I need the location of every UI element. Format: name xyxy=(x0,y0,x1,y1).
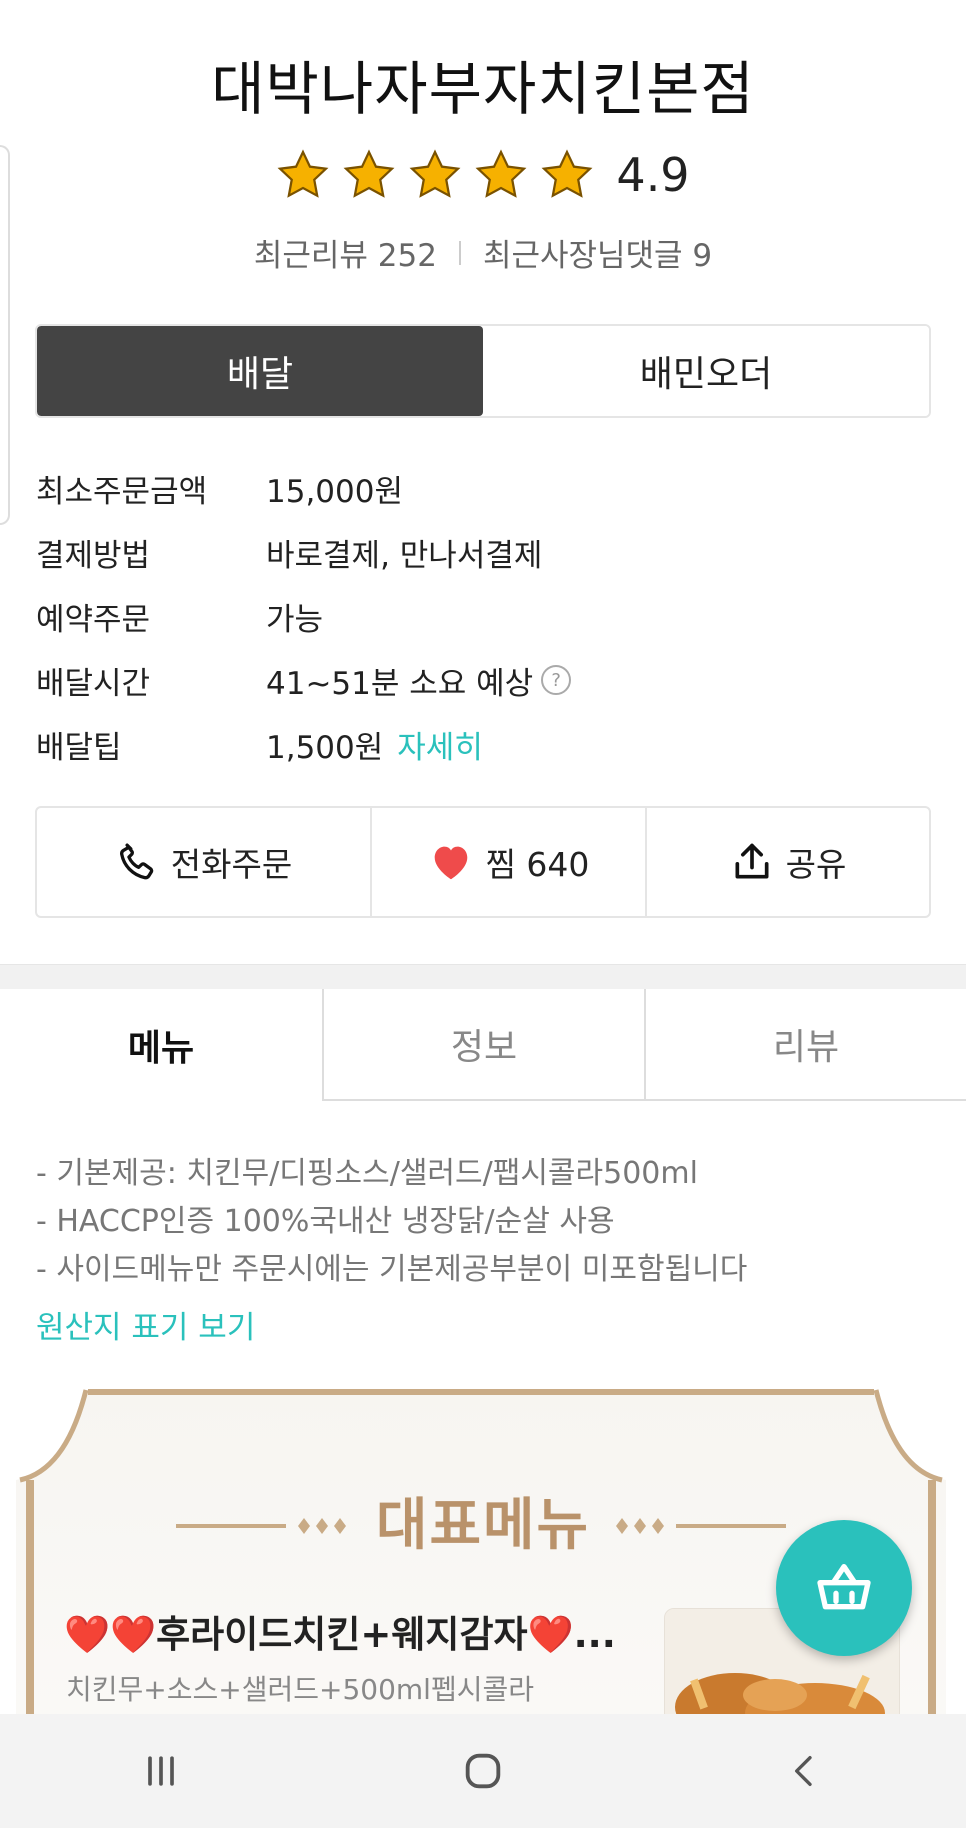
nav-recents-button[interactable] xyxy=(121,1731,201,1811)
rating-value: 4.9 xyxy=(616,148,690,202)
star-icon xyxy=(541,149,593,198)
call-order-label: 전화주문 xyxy=(170,845,293,884)
heart-icon xyxy=(434,846,467,880)
info-value: 1,500원 xyxy=(266,729,384,766)
basket-icon xyxy=(817,1564,871,1610)
share-icon xyxy=(735,843,769,879)
info-row-reservation: 예약주문 가능 xyxy=(36,584,916,648)
star-icon xyxy=(277,149,329,198)
recent-owner-replies-link[interactable]: 최근사장님댓글 9 xyxy=(483,230,712,275)
divider xyxy=(458,240,461,265)
store-tabs: 메뉴 정보 리뷰 xyxy=(0,989,966,1101)
info-value-wrap: 1,500원 자세히 xyxy=(266,722,483,767)
order-type-toggle: 배달 배민오더 xyxy=(35,324,931,418)
menu-notice: - 기본제공: 치킨무/디핑소스/샐러드/팹시콜라500ml - HACCP인증… xyxy=(36,1150,936,1294)
favorite-label: 찜 640 xyxy=(485,845,590,884)
info-value: 41~51분 소요 예상 xyxy=(266,665,534,702)
call-order-button[interactable]: 전화주문 xyxy=(37,808,372,916)
info-label: 최소주문금액 xyxy=(36,473,208,510)
info-value-wrap: 41~51분 소요 예상 ? xyxy=(266,658,572,703)
nav-home-button[interactable] xyxy=(443,1731,523,1811)
info-value: 15,000원 xyxy=(266,473,403,510)
featured-menu-item-desc: 치킨무+소스+샐러드+500ml펩시콜라 xyxy=(66,1673,535,1706)
recent-reviews-link[interactable]: 최근리뷰 252 xyxy=(254,230,437,275)
home-icon xyxy=(465,1753,501,1789)
tab-reviews[interactable]: 리뷰 xyxy=(644,989,966,1101)
action-bar: 전화주문 찜 640 공유 xyxy=(35,806,931,918)
origin-info-link[interactable]: 원산지 표기 보기 xyxy=(36,1302,255,1347)
back-icon xyxy=(795,1756,812,1786)
help-icon[interactable]: ? xyxy=(541,665,572,695)
share-button[interactable]: 공유 xyxy=(647,808,929,916)
info-row-min-order: 최소주문금액 15,000원 xyxy=(36,456,916,520)
info-value: 가능 xyxy=(266,601,324,638)
baemin-order-toggle-button[interactable]: 배민오더 xyxy=(483,326,929,416)
featured-menu-item-name[interactable]: ❤️❤️후라이드치킨+웨지감자❤️... xyxy=(64,1604,616,1658)
tab-menu[interactable]: 메뉴 xyxy=(0,989,322,1101)
phone-icon xyxy=(119,843,154,880)
rating-stars xyxy=(276,148,594,202)
system-nav-bar xyxy=(0,1714,966,1828)
menu-notice-line: - HACCP인증 100%국내산 냉장닭/순살 사용 xyxy=(36,1204,615,1239)
star-icon xyxy=(343,149,395,198)
info-label: 배달시간 xyxy=(36,665,151,702)
delivery-tip-detail-link[interactable]: 자세히 xyxy=(397,722,483,767)
info-row-delivery-tip: 배달팁 1,500원 자세히 xyxy=(36,712,916,776)
store-info-list: 최소주문금액 15,000원 결제방법 바로결제, 만나서결제 예약주문 가능 … xyxy=(36,456,916,776)
rating-row: 4.9 xyxy=(0,148,966,202)
favorite-button[interactable]: 찜 640 xyxy=(372,808,647,916)
nav-back-button[interactable] xyxy=(765,1731,845,1811)
menu-notice-line: - 사이드메뉴만 주문시에는 기본제공부분이 미포함됩니다 xyxy=(36,1252,748,1287)
info-row-payment: 결제방법 바로결제, 만나서결제 xyxy=(36,520,916,584)
store-name: 대박나자부자치킨본점 xyxy=(211,55,755,123)
share-label: 공유 xyxy=(785,845,847,884)
info-label: 결제방법 xyxy=(36,537,151,574)
cart-button[interactable] xyxy=(776,1520,912,1656)
info-value: 바로결제, 만나서결제 xyxy=(266,537,543,574)
delivery-toggle-button[interactable]: 배달 xyxy=(37,326,483,416)
menu-notice-line: - 기본제공: 치킨무/디핑소스/샐러드/팹시콜라500ml xyxy=(36,1156,698,1191)
info-row-delivery-time: 배달시간 41~51분 소요 예상 ? xyxy=(36,648,916,712)
star-icon xyxy=(475,149,527,198)
star-icon xyxy=(409,149,461,198)
recents-icon xyxy=(148,1756,174,1786)
side-drawer-edge xyxy=(0,145,10,525)
tab-info[interactable]: 정보 xyxy=(322,989,644,1101)
info-label: 예약주문 xyxy=(36,601,151,638)
info-label: 배달팁 xyxy=(36,729,122,766)
review-summary: 최근리뷰 252 최근사장님댓글 9 xyxy=(0,230,966,275)
section-divider xyxy=(0,964,966,990)
